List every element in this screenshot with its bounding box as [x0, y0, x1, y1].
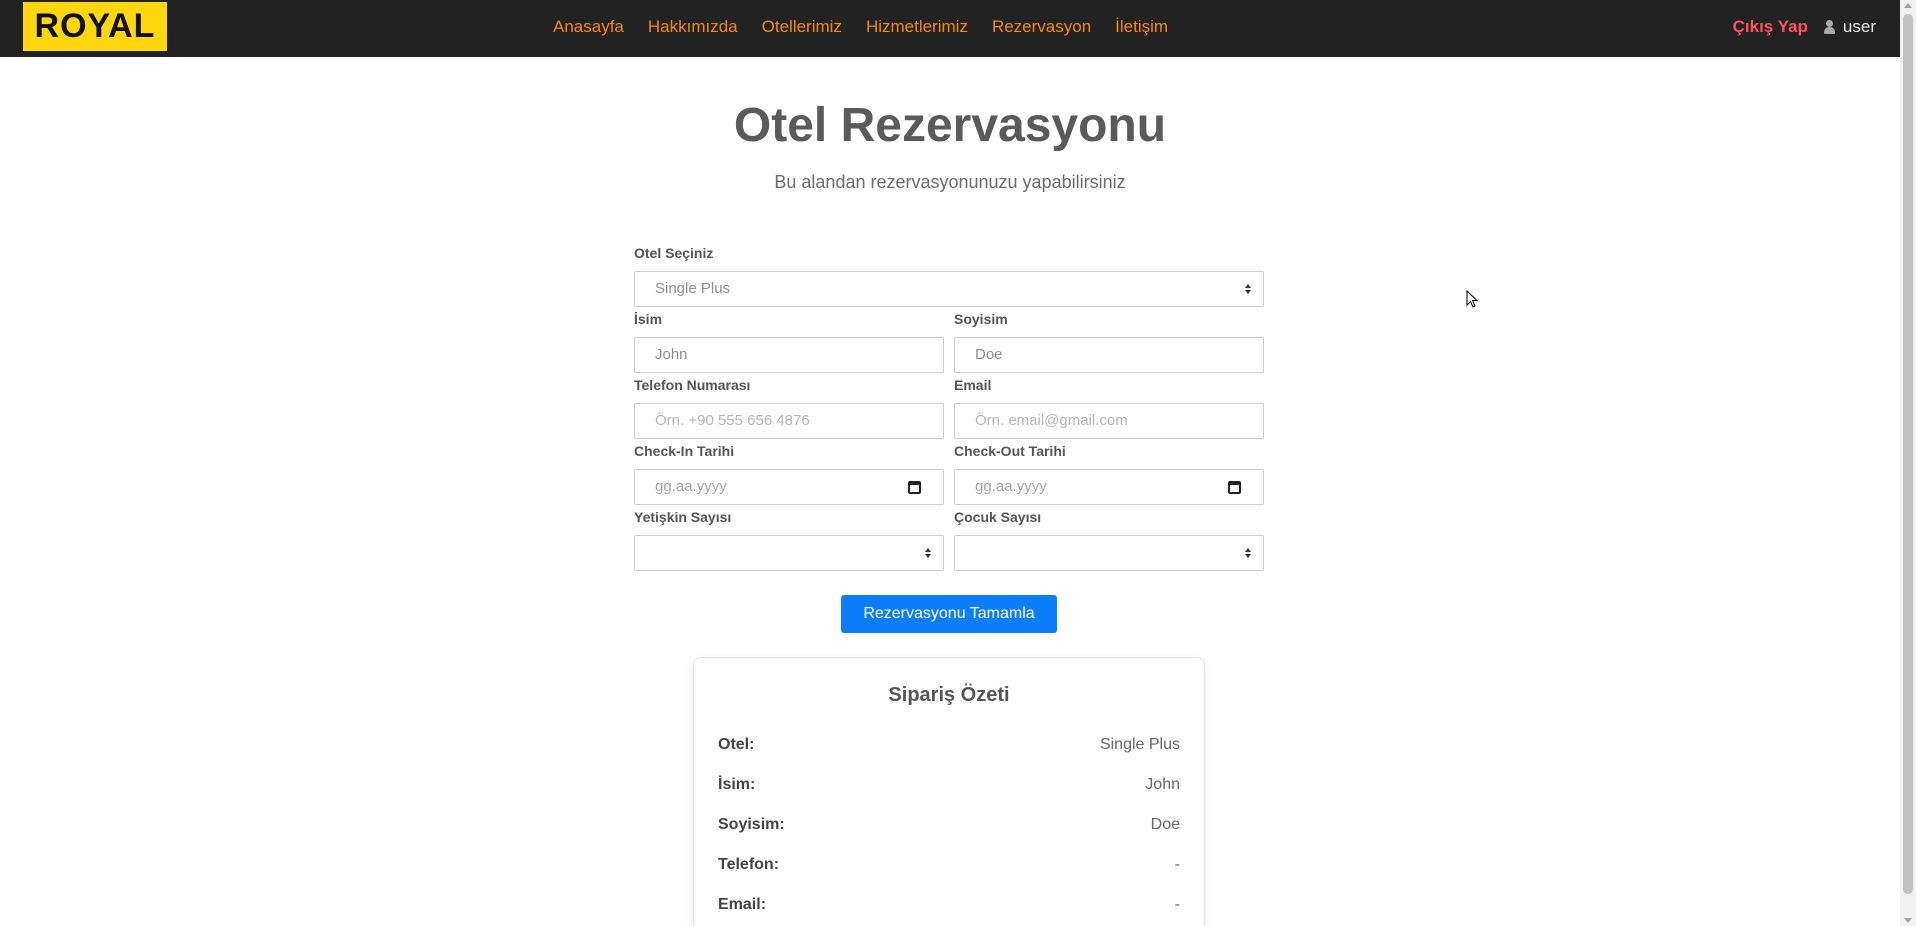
check-in-label: Check-In Tarihi	[634, 443, 735, 459]
brand-logo[interactable]: ROYAL	[23, 2, 167, 51]
user-icon	[1823, 19, 1835, 34]
logout-link[interactable]: Çıkış Yap	[1733, 17, 1808, 37]
nav-links: Anasayfa Hakkımızda Otellerimiz Hizmetle…	[553, 0, 1192, 53]
email-input[interactable]: Örn. email@gmail.com	[954, 403, 1264, 439]
user-name: user	[1842, 16, 1876, 36]
scrollbar[interactable]	[1900, 0, 1916, 926]
select-arrows-icon	[925, 548, 931, 560]
navbar: ROYAL Anasayfa Hakkımızda Otellerimiz Hi…	[0, 0, 1900, 57]
summary-value: Single Plus	[1099, 736, 1180, 753]
order-summary-card: Sipariş Özeti Otel: Single Plus İsim: Jo…	[693, 657, 1205, 926]
nav-link-hakkimizda[interactable]: Hakkımızda	[648, 17, 738, 37]
phone-label: Telefon Numarası	[634, 377, 751, 393]
summary-value: Doe	[1150, 816, 1180, 833]
nav-link-otellerimiz[interactable]: Otellerimiz	[762, 17, 842, 37]
summary-value: -	[1174, 856, 1180, 873]
page: ROYAL Anasayfa Hakkımızda Otellerimiz Hi…	[0, 0, 1916, 926]
select-arrows-icon	[1245, 548, 1251, 560]
email-label: Email	[954, 377, 992, 393]
children-select[interactable]	[954, 535, 1264, 571]
first-name-input[interactable]: John	[634, 337, 944, 373]
page-title: Otel Rezervasyonu	[733, 99, 1167, 152]
scroll-thumb[interactable]	[1903, 14, 1913, 894]
summary-row: İsim: John	[718, 776, 1180, 800]
summary-key: Soyisim:	[718, 816, 785, 833]
summary-key: İsim:	[718, 776, 756, 793]
nav-link-hizmetlerimiz[interactable]: Hizmetlerimiz	[866, 17, 968, 37]
summary-value: John	[1145, 776, 1180, 793]
nav-link-iletisim[interactable]: İletişim	[1115, 17, 1168, 37]
first-name-label: İsim	[634, 311, 663, 327]
nav-right: Çıkış Yap user	[1733, 0, 1876, 53]
calendar-icon[interactable]	[908, 481, 921, 494]
complete-reservation-button[interactable]: Rezervasyonu Tamamla	[841, 595, 1057, 633]
calendar-icon[interactable]	[1228, 481, 1241, 494]
summary-value: -	[1174, 896, 1180, 913]
last-name-label: Soyisim	[954, 311, 1008, 327]
scroll-up-arrow-icon[interactable]	[1904, 3, 1912, 8]
hotel-select[interactable]: Single Plus	[634, 271, 1264, 307]
summary-row: Telefon: -	[718, 856, 1180, 880]
check-out-label: Check-Out Tarihi	[954, 443, 1066, 459]
check-in-placeholder: gg.aa.yyyy	[655, 478, 727, 495]
phone-input[interactable]: Örn. +90 555 656 4876	[634, 403, 944, 439]
summary-key: Email:	[718, 896, 767, 913]
summary-key: Otel:	[718, 736, 755, 753]
mouse-cursor-icon	[1466, 290, 1478, 308]
order-summary-title: Sipariş Özeti	[888, 684, 1010, 706]
hotel-label: Otel Seçiniz	[634, 245, 714, 261]
summary-row: Email: -	[718, 896, 1180, 920]
last-name-input[interactable]: Doe	[954, 337, 1264, 373]
summary-row: Otel: Single Plus	[718, 736, 1180, 760]
user-menu[interactable]: user	[1823, 16, 1876, 37]
check-out-placeholder: gg.aa.yyyy	[975, 478, 1047, 495]
check-in-input[interactable]: gg.aa.yyyy	[634, 469, 944, 505]
children-label: Çocuk Sayısı	[954, 509, 1042, 525]
page-subtitle: Bu alandan rezervasyonunuzu yapabilirsin…	[774, 172, 1126, 192]
scroll-down-arrow-icon[interactable]	[1904, 918, 1912, 923]
adults-select[interactable]	[634, 535, 944, 571]
summary-row: Soyisim: Doe	[718, 816, 1180, 840]
adults-label: Yetişkin Sayısı	[634, 509, 732, 525]
nav-link-anasayfa[interactable]: Anasayfa	[553, 17, 624, 37]
nav-link-rezervasyon[interactable]: Rezervasyon	[992, 17, 1091, 37]
summary-key: Telefon:	[718, 856, 780, 873]
check-out-input[interactable]: gg.aa.yyyy	[954, 469, 1264, 505]
select-arrows-icon	[1245, 284, 1251, 296]
hotel-select-value: Single Plus	[655, 280, 731, 297]
